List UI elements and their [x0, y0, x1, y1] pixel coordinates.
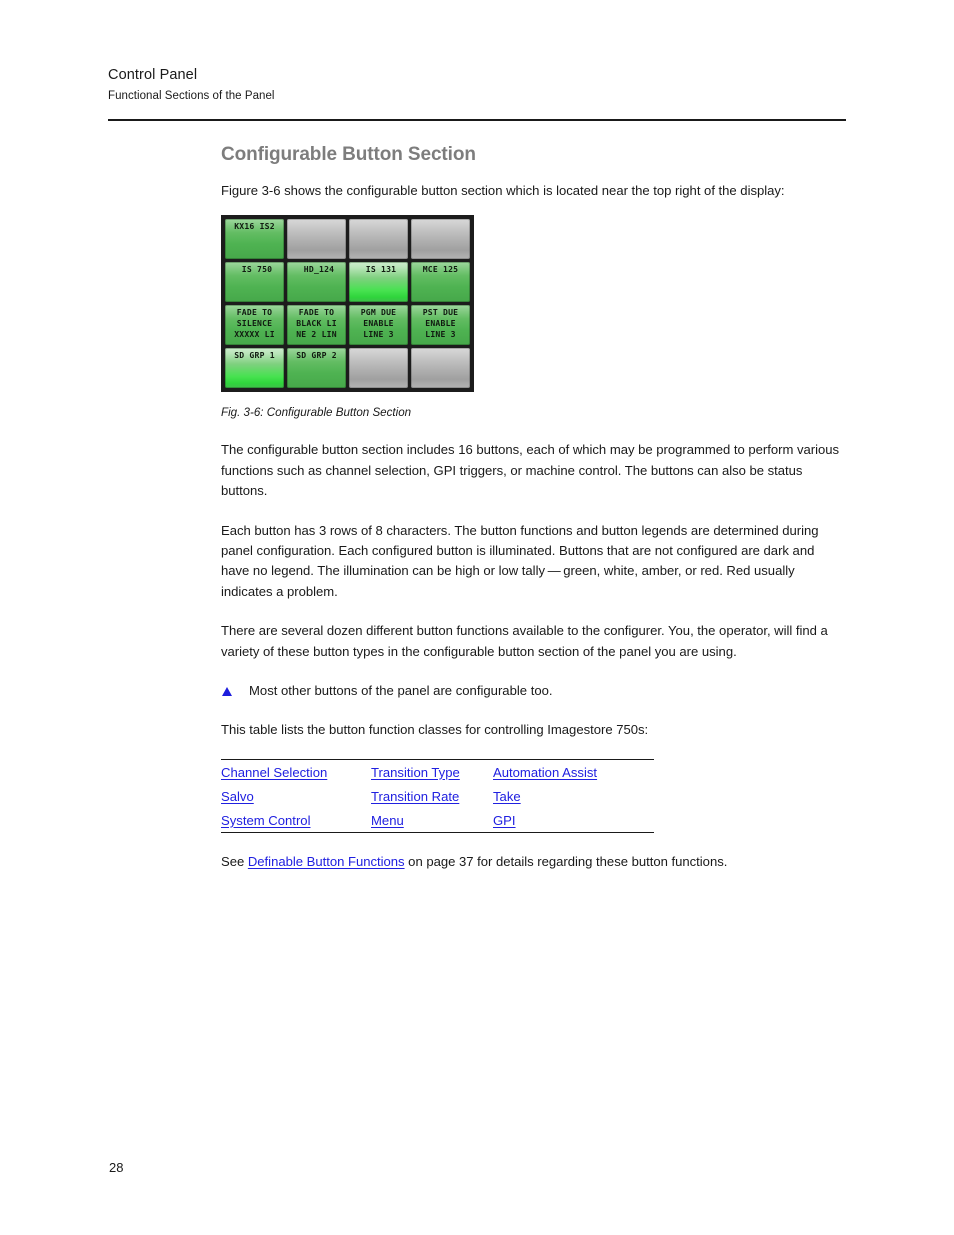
table-row: System Control Menu GPI: [221, 808, 654, 833]
config-button-7[interactable]: IS 131: [349, 262, 408, 303]
config-button-label: HD_124: [298, 264, 335, 275]
document-page: Control Panel Functional Sections of the…: [0, 0, 954, 1235]
config-button-1[interactable]: KX16 IS2: [225, 219, 284, 260]
config-button-label: FADE TO BLACK LI NE 2 LIN: [296, 307, 337, 339]
page-number: 28: [109, 1160, 124, 1175]
config-button-label: PST DUE ENABLE LINE 3: [422, 307, 459, 339]
body-paragraph-1: The configurable button section includes…: [221, 442, 840, 499]
link-automation-assist[interactable]: Automation Assist: [493, 765, 597, 780]
config-button-12[interactable]: PST DUE ENABLE LINE 3: [411, 305, 470, 346]
link-transition-rate[interactable]: Transition Rate: [371, 789, 459, 804]
config-button-5[interactable]: IS 750: [225, 262, 284, 303]
link-transition-type[interactable]: Transition Type: [371, 765, 460, 780]
table-cell: Transition Rate: [371, 784, 493, 808]
main-content-column: Configurable Button Section Figure 3-6 s…: [221, 143, 846, 872]
config-button-2[interactable]: [287, 219, 346, 260]
see-prefix: See: [221, 853, 248, 869]
body-paragraph-3: There are several dozen different button…: [221, 623, 828, 659]
figure-configurable-button-section: KX16 IS2 IS 750 HD_124 IS 131 MCE 125 FADE…: [221, 215, 846, 421]
config-button-6[interactable]: HD_124: [287, 262, 346, 303]
header-divider-rule: [108, 119, 846, 121]
config-button-label: SD GRP 2: [296, 350, 337, 361]
see-also-paragraph: See Definable Button Functions on page 3…: [221, 852, 846, 872]
table-cell: Transition Type: [371, 759, 493, 784]
config-button-15[interactable]: [349, 348, 408, 389]
page-title: Configurable Button Section: [221, 144, 476, 165]
link-system-control[interactable]: System Control: [221, 813, 311, 828]
link-gpi[interactable]: GPI: [493, 813, 516, 828]
config-button-14[interactable]: SD GRP 2: [287, 348, 346, 389]
table-intro-paragraph: This table lists the button function cla…: [221, 722, 649, 738]
body-paragraph-2: Each button has 3 rows of 8 characters. …: [221, 522, 819, 599]
link-salvo[interactable]: Salvo: [221, 789, 254, 804]
table-cell: Take: [493, 784, 654, 808]
table-cell: Channel Selection: [221, 759, 371, 784]
note-text: Most other buttons of the panel are conf…: [249, 683, 553, 699]
config-button-label: FADE TO SILENCE XXXXX LI: [234, 307, 275, 339]
intro-paragraph: Figure 3-6 shows the configurable button…: [221, 183, 785, 198]
config-button-3[interactable]: [349, 219, 408, 260]
running-header: Control Panel Functional Sections of the…: [108, 66, 846, 104]
note-callout: Most other buttons of the panel are conf…: [221, 681, 846, 701]
see-suffix: on page 37 for details regarding these b…: [404, 853, 728, 869]
table-row: Salvo Transition Rate Take: [221, 784, 654, 808]
link-menu[interactable]: Menu: [371, 813, 404, 828]
link-channel-selection[interactable]: Channel Selection: [221, 765, 327, 780]
config-button-16[interactable]: [411, 348, 470, 389]
header-subtitle: Functional Sections of the Panel: [108, 90, 275, 102]
config-button-13[interactable]: SD GRP 1: [225, 348, 284, 389]
config-button-10[interactable]: FADE TO BLACK LI NE 2 LIN: [287, 305, 346, 346]
config-button-label: IS 131: [360, 264, 397, 275]
table-cell: GPI: [493, 808, 654, 833]
config-button-8[interactable]: MCE 125: [411, 262, 470, 303]
config-button-4[interactable]: [411, 219, 470, 260]
config-button-label: PGM DUE ENABLE LINE 3: [360, 307, 397, 339]
table-cell: System Control: [221, 808, 371, 833]
link-definable-button-functions[interactable]: Definable Button Functions: [248, 854, 405, 869]
config-button-9[interactable]: FADE TO SILENCE XXXXX LI: [225, 305, 284, 346]
table-cell: Menu: [371, 808, 493, 833]
triangle-bullet-icon: [222, 687, 232, 697]
config-button-label: IS 750: [236, 264, 273, 275]
link-take[interactable]: Take: [493, 789, 521, 804]
configurable-button-grid: KX16 IS2 IS 750 HD_124 IS 131 MCE 125 FADE…: [221, 215, 474, 393]
header-title: Control Panel: [108, 67, 198, 83]
table-cell: Automation Assist: [493, 759, 654, 784]
figure-caption: Fig. 3-6: Configurable Button Section: [221, 406, 412, 420]
config-button-label: KX16 IS2: [234, 221, 275, 232]
table-row: Channel Selection Transition Type Automati…: [221, 759, 654, 784]
config-button-11[interactable]: PGM DUE ENABLE LINE 3: [349, 305, 408, 346]
config-button-label: SD GRP 1: [234, 350, 275, 361]
button-function-classes-table: Channel Selection Transition Type Automati…: [221, 758, 654, 833]
config-button-label: MCE 125: [422, 264, 459, 275]
table-cell: Salvo: [221, 784, 371, 808]
